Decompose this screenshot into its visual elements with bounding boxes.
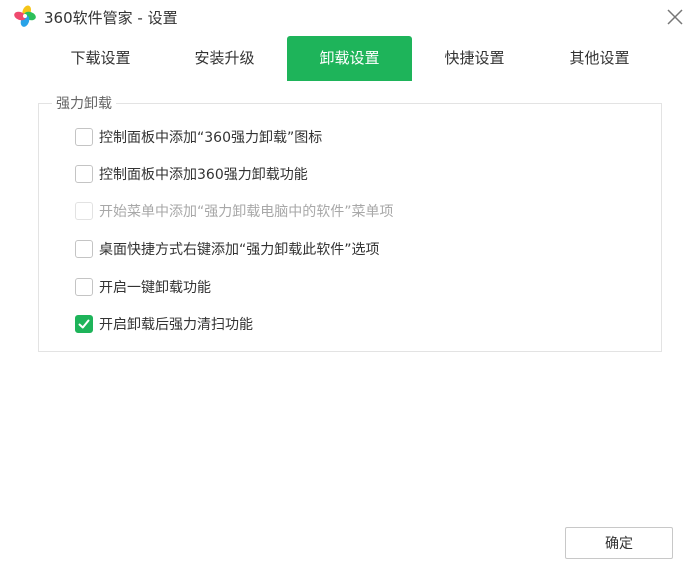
option-label: 控制面板中添加360强力卸载功能 [99,167,308,183]
option-label: 开启卸载后强力清扫功能 [99,317,253,333]
option-start-menu-item: 开始菜单中添加“强力卸载电脑中的软件”菜单项 [75,201,394,221]
option-force-clean-after-uninstall[interactable]: 开启卸载后强力清扫功能 [75,314,253,334]
checkbox[interactable] [75,165,93,183]
close-button[interactable] [660,2,690,32]
option-label: 开启一键卸载功能 [99,280,211,296]
option-label: 桌面快捷方式右键添加“强力卸载此软件”选项 [99,242,380,258]
checkbox[interactable] [75,278,93,296]
close-icon [667,9,683,25]
option-control-panel-icon[interactable]: 控制面板中添加“360强力卸载”图标 [75,127,322,147]
tab-download-settings[interactable]: 下载设置 [38,36,163,81]
checkbox[interactable] [75,315,93,333]
option-desktop-context-menu[interactable]: 桌面快捷方式右键添加“强力卸载此软件”选项 [75,239,380,259]
tab-shortcut-settings[interactable]: 快捷设置 [412,36,537,81]
option-label: 控制面板中添加“360强力卸载”图标 [99,130,323,146]
checkbox [75,202,93,220]
window-title: 360软件管家 - 设置 [44,9,178,27]
app-logo-icon [14,5,36,27]
tab-uninstall-settings[interactable]: 卸载设置 [287,36,412,81]
checkbox[interactable] [75,240,93,258]
tab-bar: 下载设置 安装升级 卸载设置 快捷设置 其他设置 [38,36,662,81]
tab-other-settings[interactable]: 其他设置 [537,36,662,81]
option-one-click-uninstall[interactable]: 开启一键卸载功能 [75,277,211,297]
ok-button[interactable]: 确定 [565,527,673,559]
checkmark-icon [78,319,90,329]
checkbox[interactable] [75,128,93,146]
option-control-panel-feature[interactable]: 控制面板中添加360强力卸载功能 [75,164,308,184]
group-title: 强力卸载 [52,93,116,113]
tab-install-upgrade[interactable]: 安装升级 [162,36,287,81]
title-bar: 360软件管家 - 设置 [0,0,700,34]
option-label: 开始菜单中添加“强力卸载电脑中的软件”菜单项 [99,204,394,220]
